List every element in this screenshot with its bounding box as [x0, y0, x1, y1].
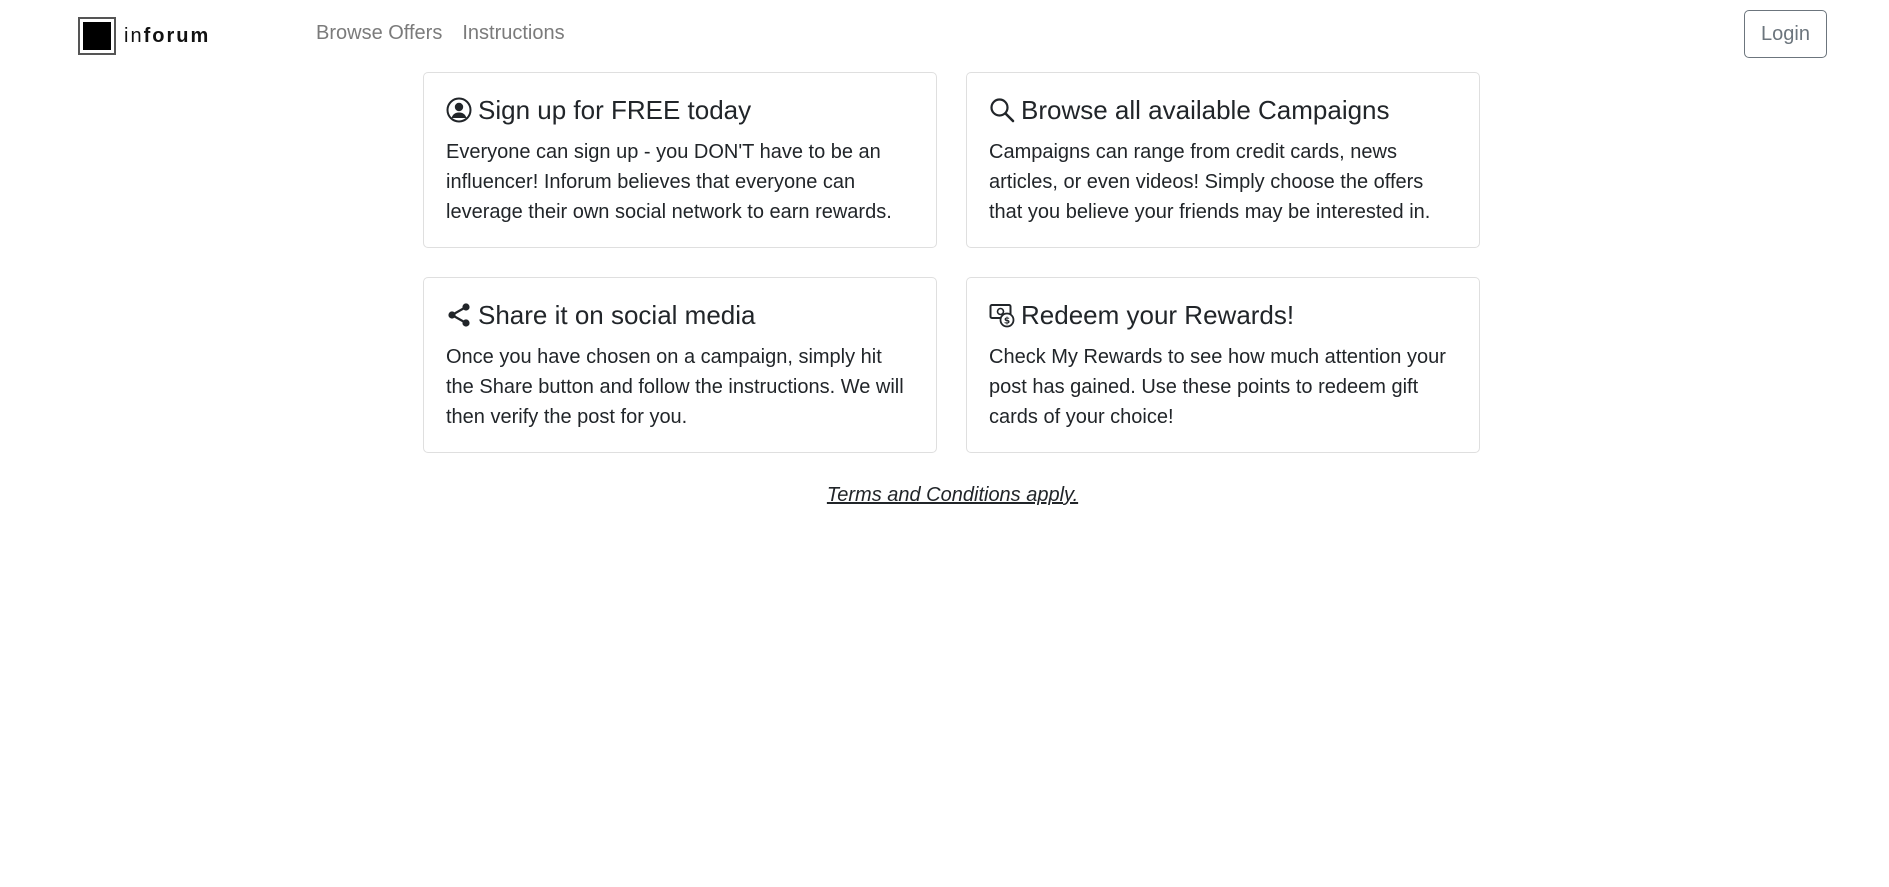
card-title: Sign up for FREE today: [446, 95, 914, 125]
card-title: Share it on social media: [446, 300, 914, 330]
card-sign-up: Sign up for FREE today Everyone can sign…: [423, 72, 937, 248]
card-text: Everyone can sign up - you DON'T have to…: [446, 141, 892, 223]
search-icon: [989, 97, 1015, 123]
card-redeem-rewards: $ Redeem your Rewards! Check My Rewards …: [966, 277, 1480, 453]
brand-logo-link[interactable]: inforum: [78, 16, 210, 56]
rewards-cash-icon: $: [989, 302, 1015, 328]
card-text: Check My Rewards to see how much attenti…: [989, 346, 1446, 428]
card-browse-campaigns: Browse all available Campaigns Campaigns…: [966, 72, 1480, 248]
brand-logo-icon: [78, 17, 116, 55]
terms-link[interactable]: Terms and Conditions apply.: [827, 484, 1078, 506]
card-text: Once you have chosen on a campaign, simp…: [446, 346, 904, 428]
card-title: $ Redeem your Rewards!: [989, 300, 1457, 330]
user-circle-icon: [446, 97, 472, 123]
login-button[interactable]: Login: [1744, 10, 1827, 58]
terms-container: Terms and Conditions apply.: [0, 484, 1889, 507]
card-share: Share it on social media Once you have c…: [423, 277, 937, 453]
nav-link-browse-offers[interactable]: Browse Offers: [316, 22, 442, 45]
card-title: Browse all available Campaigns: [989, 95, 1457, 125]
nav-links: Browse Offers Instructions: [316, 22, 565, 45]
nav-link-instructions[interactable]: Instructions: [462, 22, 564, 45]
brand-name: inforum: [124, 24, 211, 47]
svg-text:$: $: [1004, 317, 1010, 327]
navbar: inforum Browse Offers Instructions Login: [0, 0, 1889, 70]
share-icon: [446, 302, 472, 328]
card-text: Campaigns can range from credit cards, n…: [989, 141, 1431, 223]
